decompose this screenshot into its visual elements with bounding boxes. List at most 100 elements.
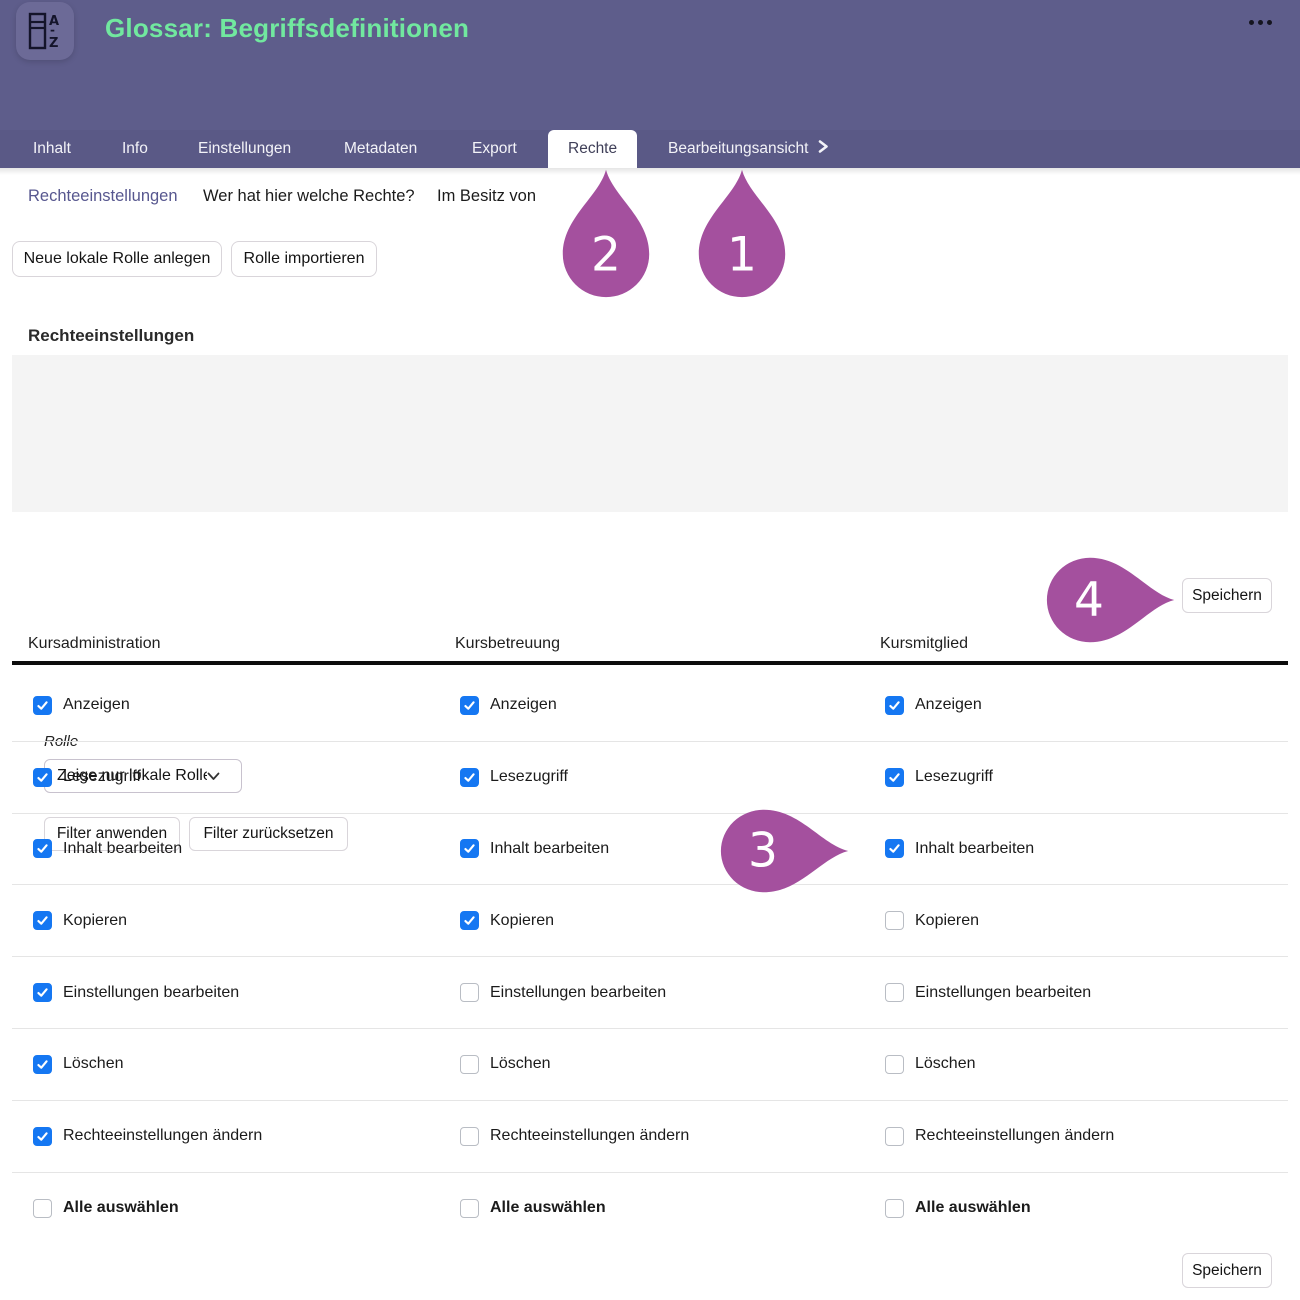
tab-label: Inhalt	[33, 140, 71, 157]
tab-einstellungen[interactable]: Einstellungen	[198, 130, 291, 168]
permission-label: Lesezugriff	[490, 768, 568, 786]
check-icon	[888, 771, 901, 784]
chevron-right-icon	[818, 140, 829, 153]
permission-label: Alle auswählen	[490, 1199, 606, 1217]
ellipsis-icon	[1267, 20, 1272, 25]
tab-label: Bearbeitungsansicht	[668, 140, 808, 157]
checkbox-unchecked[interactable]	[885, 1055, 904, 1074]
permission-label: Rechteeinstellungen ändern	[915, 1127, 1114, 1145]
permission-label: Löschen	[490, 1055, 551, 1073]
permission-label: Löschen	[63, 1055, 124, 1073]
tab-label: Metadaten	[344, 140, 417, 157]
tab-label: Einstellungen	[198, 140, 291, 157]
create-local-role-button[interactable]: Neue lokale Rolle anlegen	[12, 241, 222, 277]
permission-cell: Inhalt bearbeiten	[28, 839, 455, 858]
checkbox-checked[interactable]	[33, 983, 52, 1002]
checkbox-checked[interactable]	[885, 768, 904, 787]
import-role-button[interactable]: Rolle importieren	[231, 241, 377, 277]
checkbox-checked[interactable]	[33, 1127, 52, 1146]
check-icon	[36, 914, 49, 927]
check-icon	[888, 842, 901, 855]
tab-info[interactable]: Info	[122, 130, 148, 168]
permission-cell: Einstellungen bearbeiten	[455, 983, 880, 1002]
permission-label: Anzeigen	[490, 696, 557, 714]
svg-text:-: -	[50, 23, 55, 37]
table-row: Rechteeinstellungen ändern Rechteeinstell…	[12, 1101, 1288, 1173]
annotation-number: 2	[591, 228, 621, 283]
permission-label: Lesezugriff	[63, 768, 141, 786]
tab-rechte[interactable]: Rechte	[548, 130, 637, 168]
checkbox-unchecked[interactable]	[885, 911, 904, 930]
subtab-im-besitz-von[interactable]: Im Besitz von	[437, 187, 536, 211]
permission-cell: Löschen	[28, 1055, 455, 1074]
ellipsis-icon	[1258, 20, 1263, 25]
permission-cell: Anzeigen	[880, 696, 1288, 715]
checkbox-unchecked[interactable]	[460, 1127, 479, 1146]
tab-bearbeitungsansicht[interactable]: Bearbeitungsansicht	[668, 130, 829, 168]
check-icon	[36, 1058, 49, 1071]
checkbox-checked[interactable]	[33, 696, 52, 715]
checkbox-checked[interactable]	[885, 839, 904, 858]
table-row: Inhalt bearbeiten Inhalt bearbeiten Inhalt…	[12, 814, 1288, 886]
tab-bar: Inhalt Info Einstellungen Metadaten Export Re…	[0, 130, 1300, 168]
checkbox-checked[interactable]	[885, 696, 904, 715]
table-row: Einstellungen bearbeiten Einstellungen be…	[12, 957, 1288, 1029]
checkbox-checked[interactable]	[460, 696, 479, 715]
tab-inhalt[interactable]: Inhalt	[33, 130, 71, 168]
subtab-wer-hat-hier-welche-rechte-[interactable]: Wer hat hier welche Rechte?	[203, 187, 415, 211]
annotation-marker-2: 2	[561, 168, 651, 298]
page-title: Glossar: Begriffsdefinitionen	[105, 13, 469, 44]
save-button-top[interactable]: Speichern	[1182, 578, 1272, 613]
permission-cell: Kopieren	[28, 911, 455, 930]
permission-label: Lesezugriff	[915, 768, 993, 786]
checkbox-unchecked[interactable]	[885, 1127, 904, 1146]
check-icon	[36, 842, 49, 855]
permission-cell: Alle auswählen	[455, 1199, 880, 1218]
glossary-permissions-page: A - Z Glossar: Begriffsdefinitionen Inha…	[0, 0, 1300, 1300]
permission-cell: Alle auswählen	[28, 1199, 455, 1218]
glossary-az-icon: A - Z	[16, 2, 74, 60]
check-icon	[463, 771, 476, 784]
permission-cell: Lesezugriff	[880, 768, 1288, 787]
checkbox-unchecked[interactable]	[460, 1199, 479, 1218]
permission-label: Einstellungen bearbeiten	[915, 984, 1091, 1002]
checkbox-unchecked[interactable]	[460, 1055, 479, 1074]
more-options-button[interactable]	[1240, 10, 1280, 34]
filter-panel: Rolle Zeige nur lokale Rollen Filter anw…	[12, 355, 1288, 512]
annotation-marker-4: 4	[1046, 556, 1176, 644]
permission-cell: Anzeigen	[28, 696, 455, 715]
subtab-rechteeinstellungen[interactable]: Rechteeinstellungen	[28, 187, 178, 211]
save-button-bottom[interactable]: Speichern	[1182, 1253, 1272, 1288]
checkbox-unchecked[interactable]	[460, 983, 479, 1002]
permission-label: Inhalt bearbeiten	[490, 840, 609, 858]
checkbox-checked[interactable]	[460, 911, 479, 930]
permission-label: Kopieren	[490, 912, 554, 930]
checkbox-checked[interactable]	[33, 839, 52, 858]
permission-label: Einstellungen bearbeiten	[63, 984, 239, 1002]
checkbox-checked[interactable]	[460, 839, 479, 858]
checkbox-unchecked[interactable]	[885, 1199, 904, 1218]
checkbox-checked[interactable]	[33, 1055, 52, 1074]
permission-cell: Löschen	[455, 1055, 880, 1074]
permission-cell: Lesezugriff	[455, 768, 880, 787]
check-icon	[36, 771, 49, 784]
checkbox-checked[interactable]	[33, 768, 52, 787]
table-row: Alle auswählenAlle auswählenAlle auswähl…	[12, 1173, 1288, 1245]
checkbox-unchecked[interactable]	[885, 983, 904, 1002]
checkbox-checked[interactable]	[33, 911, 52, 930]
permission-label: Rechteeinstellungen ändern	[63, 1127, 262, 1145]
tab-metadaten[interactable]: Metadaten	[344, 130, 417, 168]
tabbar-shadow	[0, 168, 1300, 175]
column-header: Kursbetreuung	[455, 635, 880, 653]
permission-cell: Inhalt bearbeiten	[880, 839, 1288, 858]
check-icon	[36, 699, 49, 712]
permission-cell: Rechteeinstellungen ändern	[455, 1127, 880, 1146]
permission-label: Rechteeinstellungen ändern	[490, 1127, 689, 1145]
checkbox-unchecked[interactable]	[33, 1199, 52, 1218]
tab-export[interactable]: Export	[472, 130, 517, 168]
tab-label: Info	[122, 140, 148, 157]
checkbox-checked[interactable]	[460, 768, 479, 787]
svg-text:Z: Z	[49, 36, 58, 51]
ellipsis-icon	[1249, 20, 1254, 25]
permission-cell: Einstellungen bearbeiten	[880, 983, 1288, 1002]
